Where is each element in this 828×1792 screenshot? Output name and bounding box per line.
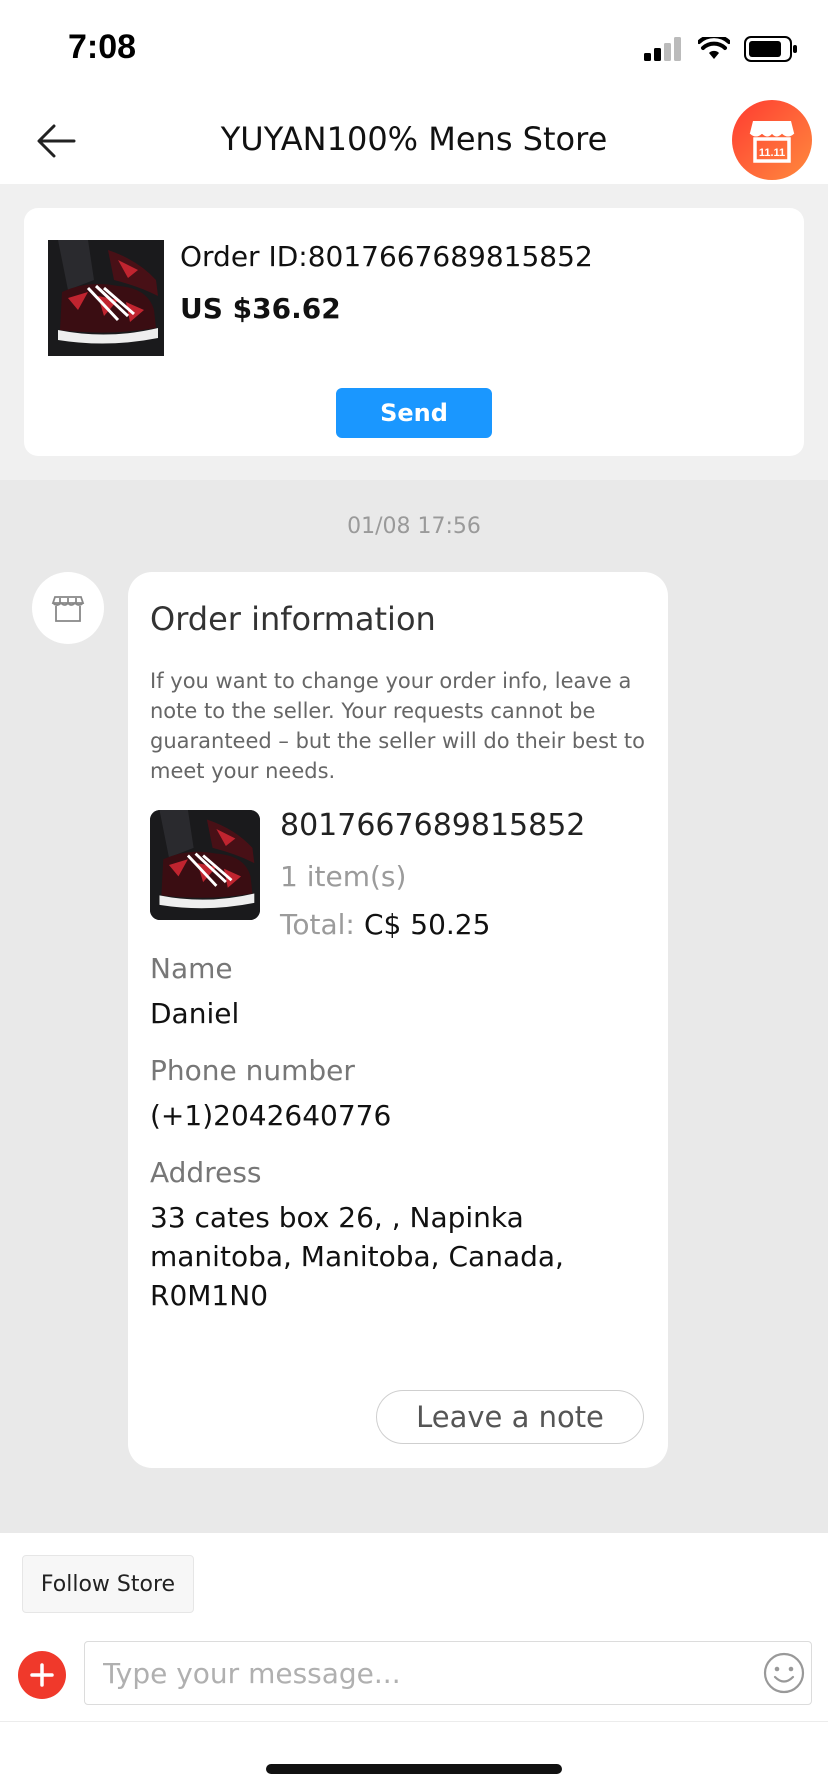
total-value: C$ 50.25	[364, 908, 491, 941]
message-input[interactable]	[84, 1641, 812, 1705]
store-avatar[interactable]	[32, 572, 104, 644]
sneaker-image	[150, 810, 260, 920]
message-timestamp: 01/08 17:56	[347, 514, 481, 539]
address-label: Address	[150, 1156, 262, 1189]
total-label: Total:	[280, 908, 355, 941]
sneaker-image	[48, 240, 164, 356]
signal-icon	[644, 37, 681, 61]
battery-icon	[744, 36, 797, 62]
plus-icon	[30, 1663, 54, 1687]
send-button[interactable]: Send	[336, 388, 492, 438]
svg-text:11.11: 11.11	[759, 147, 785, 159]
store-icon: 11.11	[749, 121, 795, 163]
name-label: Name	[150, 952, 233, 985]
order-info-title: Order information	[150, 600, 436, 638]
bottom-panel: Follow Store	[0, 1533, 828, 1792]
chat-area[interactable]: 01/08 17:56 Order information If you wan…	[0, 480, 828, 1533]
status-bar: 7:08	[0, 0, 828, 100]
leave-note-button[interactable]: Leave a note	[376, 1390, 644, 1444]
attach-button[interactable]	[18, 1651, 66, 1699]
nav-bar: YUYAN100% Mens Store 11.11	[0, 100, 828, 184]
emoji-button[interactable]	[762, 1651, 806, 1695]
home-indicator[interactable]	[266, 1764, 562, 1774]
product-strip: Order ID:8017667689815852 US $36.62 Send	[0, 184, 828, 480]
order-id: Order ID:8017667689815852	[180, 240, 593, 273]
follow-store-button[interactable]: Follow Store	[22, 1555, 194, 1613]
order-info-description: If you want to change your order info, l…	[150, 669, 646, 783]
order-number[interactable]: 8017667689815852	[280, 808, 585, 843]
order-thumbnail[interactable]	[150, 810, 260, 920]
status-icons	[644, 36, 798, 62]
phone-label: Phone number	[150, 1054, 355, 1087]
name-value: Daniel	[150, 997, 240, 1030]
order-information-card: Order information If you want to change …	[128, 572, 668, 1468]
item-count: 1 item(s)	[280, 860, 407, 893]
divider	[0, 1721, 828, 1722]
product-card: Order ID:8017667689815852 US $36.62 Send	[24, 208, 804, 456]
status-time: 7:08	[68, 28, 137, 66]
store-button[interactable]: 11.11	[732, 100, 812, 180]
phone-value: (+1)2042640776	[150, 1099, 392, 1132]
page-title: YUYAN100% Mens Store	[220, 120, 608, 158]
product-thumbnail[interactable]	[48, 240, 164, 356]
wifi-icon	[698, 37, 730, 59]
order-price: US $36.62	[180, 292, 341, 325]
address-value: 33 cates box 26, , Napinka manitoba, Man…	[150, 1201, 564, 1312]
emoji-icon	[763, 1652, 805, 1694]
storefront-icon	[51, 596, 85, 622]
